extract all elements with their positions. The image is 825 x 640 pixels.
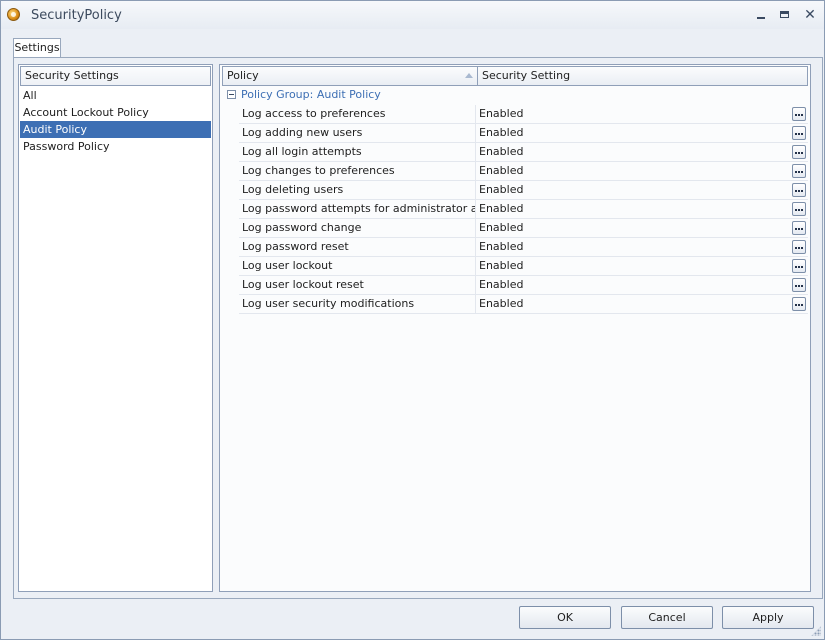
cell-divider <box>475 295 476 313</box>
collapse-icon[interactable] <box>227 90 236 99</box>
ellipsis-icon <box>795 247 797 249</box>
policy-cell: Log password reset <box>242 240 349 253</box>
ellipsis-button[interactable] <box>792 164 806 178</box>
maximize-icon <box>780 11 789 18</box>
ellipsis-button[interactable] <box>792 297 806 311</box>
maximize-button[interactable] <box>774 5 796 25</box>
policy-cell: Log user security modifications <box>242 297 415 310</box>
ellipsis-icon <box>795 152 797 154</box>
ellipsis-icon <box>795 133 797 135</box>
cell-divider <box>475 257 476 275</box>
ellipsis-button[interactable] <box>792 202 806 216</box>
security-setting-cell[interactable]: Enabled <box>479 295 679 313</box>
apply-button[interactable]: Apply <box>722 606 814 629</box>
security-setting-cell[interactable]: Enabled <box>479 219 679 237</box>
security-policy-window: SecurityPolicy ✕ Settings Security Setti… <box>0 0 825 640</box>
table-row[interactable]: Log password change Enabled <box>239 219 808 238</box>
app-icon <box>7 8 20 21</box>
ellipsis-icon <box>795 114 797 116</box>
table-row[interactable]: Log deleting users Enabled <box>239 181 808 200</box>
list-item-password-policy[interactable]: Password Policy <box>20 138 211 155</box>
security-settings-list: Security Settings All Account Lockout Po… <box>18 64 213 592</box>
ellipsis-button[interactable] <box>792 240 806 254</box>
security-setting-cell[interactable]: Enabled <box>479 162 679 180</box>
group-row-audit-policy: Policy Group: Audit Policy <box>222 86 808 104</box>
column-header-security-setting[interactable]: Security Setting <box>477 66 808 86</box>
cell-divider <box>475 219 476 237</box>
title-bar: SecurityPolicy ✕ <box>1 1 824 29</box>
ellipsis-icon <box>795 285 797 287</box>
table-row[interactable]: Log access to preferences Enabled <box>239 105 808 124</box>
cell-divider <box>475 181 476 199</box>
close-button[interactable]: ✕ <box>799 5 821 25</box>
ellipsis-button[interactable] <box>792 107 806 121</box>
table-row[interactable]: Log all login attempts Enabled <box>239 143 808 162</box>
policy-cell: Log all login attempts <box>242 145 362 158</box>
ellipsis-icon <box>795 209 797 211</box>
policy-cell: Log user lockout <box>242 259 333 272</box>
cancel-button[interactable]: Cancel <box>621 606 713 629</box>
ellipsis-button[interactable] <box>792 183 806 197</box>
policy-cell: Log deleting users <box>242 183 344 196</box>
cell-divider <box>475 143 476 161</box>
column-header-policy-label: Policy <box>227 69 259 82</box>
table-row[interactable]: Log user lockout reset Enabled <box>239 276 808 295</box>
list-item-audit-policy[interactable]: Audit Policy <box>20 121 211 138</box>
policy-cell: Log user lockout reset <box>242 278 364 291</box>
ellipsis-icon <box>795 190 797 192</box>
ellipsis-button[interactable] <box>792 221 806 235</box>
minimize-icon <box>757 17 765 19</box>
policy-cell: Log changes to preferences <box>242 164 395 177</box>
ellipsis-button[interactable] <box>792 126 806 140</box>
policy-cell: Log access to preferences <box>242 107 386 120</box>
ellipsis-button[interactable] <box>792 259 806 273</box>
policy-cell: Log adding new users <box>242 126 363 139</box>
policy-grid: Policy Security Setting Policy Group: Au… <box>219 64 811 592</box>
cell-divider <box>475 200 476 218</box>
list-item-account-lockout-policy[interactable]: Account Lockout Policy <box>20 104 211 121</box>
ellipsis-icon <box>795 228 797 230</box>
security-setting-cell[interactable]: Enabled <box>479 181 679 199</box>
policy-cell: Log password change <box>242 221 362 234</box>
tab-settings[interactable]: Settings <box>13 38 61 58</box>
cell-divider <box>475 124 476 142</box>
list-item-all[interactable]: All <box>20 87 211 104</box>
security-setting-cell[interactable]: Enabled <box>479 200 679 218</box>
cell-divider <box>475 162 476 180</box>
table-row[interactable]: Log password attempts for administrator … <box>239 200 808 219</box>
security-setting-cell[interactable]: Enabled <box>479 143 679 161</box>
security-settings-header[interactable]: Security Settings <box>20 66 211 86</box>
table-row[interactable]: Log user lockout Enabled <box>239 257 808 276</box>
table-row[interactable]: Log changes to preferences Enabled <box>239 162 808 181</box>
cell-divider <box>475 105 476 123</box>
security-setting-cell[interactable]: Enabled <box>479 238 679 256</box>
ok-button[interactable]: OK <box>519 606 611 629</box>
table-row[interactable]: Log user security modifications Enabled <box>239 295 808 314</box>
security-setting-cell[interactable]: Enabled <box>479 105 679 123</box>
ellipsis-button[interactable] <box>792 145 806 159</box>
ellipsis-button[interactable] <box>792 278 806 292</box>
security-setting-cell[interactable]: Enabled <box>479 276 679 294</box>
ellipsis-icon <box>795 266 797 268</box>
table-row[interactable]: Log password reset Enabled <box>239 238 808 257</box>
window-title: SecurityPolicy <box>31 8 122 23</box>
group-label: Policy Group: Audit Policy <box>241 88 381 101</box>
ellipsis-icon <box>795 171 797 173</box>
column-header-policy[interactable]: Policy <box>222 66 478 86</box>
ellipsis-icon <box>795 304 797 306</box>
cell-divider <box>475 276 476 294</box>
minimize-button[interactable] <box>750 5 772 25</box>
policy-cell: Log password attempts for administrator … <box>242 202 475 215</box>
sort-ascending-icon <box>465 73 473 78</box>
cell-divider <box>475 238 476 256</box>
security-setting-cell[interactable]: Enabled <box>479 257 679 275</box>
table-row[interactable]: Log adding new users Enabled <box>239 124 808 143</box>
security-setting-cell[interactable]: Enabled <box>479 124 679 142</box>
close-icon: ✕ <box>804 7 816 23</box>
